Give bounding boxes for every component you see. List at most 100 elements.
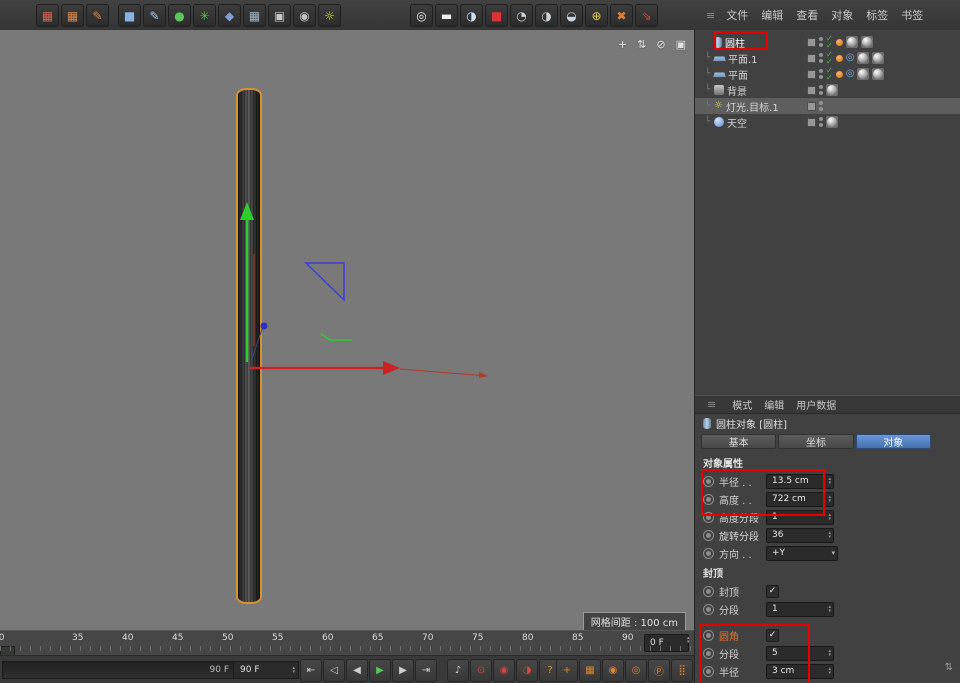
- object-label[interactable]: 平面.1: [728, 51, 758, 66]
- object-row-selected[interactable]: 灯光.目标.1: [695, 98, 960, 114]
- texture-sphere-tag[interactable]: [846, 36, 858, 48]
- texture-sphere-tag[interactable]: [861, 36, 873, 48]
- key-circle-icon[interactable]: [703, 530, 714, 541]
- texture-sphere-tag[interactable]: [872, 52, 884, 64]
- previous-frame-button[interactable]: ◀: [346, 659, 368, 682]
- y-plane-handle[interactable]: [321, 334, 352, 340]
- visibility-dots-icon[interactable]: [819, 53, 823, 63]
- layer-icon[interactable]: [807, 86, 816, 95]
- workplane-button[interactable]: ▦: [579, 659, 601, 682]
- shading-sphere-3-icon[interactable]: ◒: [560, 4, 583, 27]
- light-icon[interactable]: ☼: [318, 4, 341, 27]
- shading-sphere-1-icon[interactable]: ◔: [510, 4, 533, 27]
- spinner-icon[interactable]: [828, 649, 831, 657]
- render-settings-icon[interactable]: ✎: [86, 4, 109, 27]
- z-plane-handle[interactable]: [306, 263, 344, 300]
- x-axis-arrowhead[interactable]: [383, 361, 400, 375]
- rotation-segments-input[interactable]: 36: [766, 528, 834, 543]
- key-circle-icon[interactable]: [703, 630, 714, 641]
- target-icon[interactable]: ◎: [410, 4, 433, 27]
- next-frame-button[interactable]: ▶: [392, 659, 414, 682]
- zoom-view-icon[interactable]: ⇅: [637, 38, 646, 51]
- visibility-dots-icon[interactable]: [819, 117, 823, 127]
- key-circle-icon[interactable]: [703, 512, 714, 523]
- quantize-button[interactable]: ⣿: [671, 659, 693, 682]
- key-circle-icon[interactable]: [703, 604, 714, 615]
- axis-cross-icon[interactable]: ✖: [610, 4, 633, 27]
- object-row[interactable]: 背景: [695, 82, 960, 98]
- enable-checks-icon[interactable]: [826, 35, 833, 49]
- layer-icon[interactable]: [807, 54, 816, 63]
- visibility-dots-icon[interactable]: [819, 101, 823, 111]
- texture-sphere-tag[interactable]: [826, 116, 838, 128]
- material-tag[interactable]: [836, 39, 843, 46]
- field-icon[interactable]: ▦: [243, 4, 266, 27]
- object-row[interactable]: 圆柱: [695, 34, 960, 50]
- viewport[interactable]: + ⇅ ⊘ ▣ 网格间距 : 100 cm: [0, 30, 695, 630]
- menu-file[interactable]: 文件: [720, 5, 754, 25]
- array-icon[interactable]: ✳: [193, 4, 216, 27]
- menu-edit[interactable]: 编辑: [755, 5, 789, 25]
- spinner-icon[interactable]: [828, 531, 831, 539]
- key-circle-icon[interactable]: [703, 648, 714, 659]
- radius-input[interactable]: 13.5 cm: [766, 474, 834, 489]
- visibility-dots-icon[interactable]: [819, 69, 823, 79]
- height-segments-input[interactable]: 1: [766, 510, 834, 525]
- keyframe-selection-button[interactable]: ◑: [516, 659, 538, 682]
- panel-resize-icon[interactable]: ⇅: [945, 662, 953, 673]
- caps-segments-input[interactable]: 1: [766, 602, 834, 617]
- contrast-icon[interactable]: ◑: [460, 4, 483, 27]
- key-circle-icon[interactable]: [703, 494, 714, 505]
- spinner-icon[interactable]: [828, 513, 831, 521]
- parameter-button[interactable]: Ⓟ: [648, 659, 670, 682]
- key-circle-icon[interactable]: [703, 666, 714, 677]
- object-label[interactable]: 天空: [727, 115, 747, 130]
- panel-menu-icon[interactable]: ≡: [701, 398, 720, 411]
- layer-icon[interactable]: [807, 118, 816, 127]
- toggle-view-icon[interactable]: ▣: [676, 38, 686, 51]
- motion-camera-icon[interactable]: ◉: [293, 4, 316, 27]
- menu-user-data[interactable]: 用户数据: [796, 397, 836, 412]
- coord-circle-button[interactable]: ◉: [602, 659, 624, 682]
- pen-tool-icon[interactable]: ✎: [143, 4, 166, 27]
- texture-sphere-tag[interactable]: [857, 68, 869, 80]
- sound-toggle-button[interactable]: ♪: [447, 659, 469, 682]
- key-circle-icon[interactable]: [703, 548, 714, 559]
- texture-sphere-tag[interactable]: [857, 52, 869, 64]
- menu-tags[interactable]: 标签: [860, 5, 894, 25]
- menu-view[interactable]: 查看: [790, 5, 824, 25]
- spinner-icon[interactable]: [828, 495, 831, 503]
- tab-coordinates[interactable]: 坐标: [778, 434, 853, 449]
- cylinder-object[interactable]: [236, 88, 262, 604]
- caps-checkbox[interactable]: [766, 585, 779, 598]
- snap-move-button[interactable]: +: [556, 659, 578, 682]
- layer-icon[interactable]: [807, 38, 816, 47]
- rotate-view-icon[interactable]: ⊘: [656, 38, 665, 51]
- panel-menu-icon[interactable]: ≡: [700, 9, 719, 22]
- fillet-checkbox[interactable]: [766, 629, 779, 642]
- end-frame-input[interactable]: 90 F: [233, 661, 299, 679]
- orientation-dropdown[interactable]: +Y: [766, 546, 838, 561]
- spinner-icon[interactable]: [292, 666, 295, 674]
- render-view-icon[interactable]: ▦: [36, 4, 59, 27]
- coordinate-arrows-icon[interactable]: ⇘: [635, 4, 658, 27]
- texture-sphere-tag[interactable]: [872, 68, 884, 80]
- render-camera-icon[interactable]: ■: [485, 4, 508, 27]
- material-tag[interactable]: [836, 55, 843, 62]
- jump-end-button[interactable]: ⇥: [415, 659, 437, 682]
- tab-basic[interactable]: 基本: [701, 434, 776, 449]
- add-cube-icon[interactable]: ■: [118, 4, 141, 27]
- jump-start-button[interactable]: ⇤: [300, 659, 322, 682]
- visibility-dots-icon[interactable]: [819, 37, 823, 47]
- object-row[interactable]: 平面.1: [695, 50, 960, 66]
- fillet-radius-input[interactable]: 3 cm: [766, 664, 834, 679]
- play-reverse-button[interactable]: ◁: [323, 659, 345, 682]
- menu-object[interactable]: 对象: [825, 5, 859, 25]
- paint-tool-icon[interactable]: ●: [168, 4, 191, 27]
- play-button[interactable]: ▶: [369, 659, 391, 682]
- menu-edit[interactable]: 编辑: [764, 397, 784, 412]
- object-label[interactable]: 平面: [728, 67, 748, 82]
- fillet-segments-input[interactable]: 5: [766, 646, 834, 661]
- frame-spinner-icon[interactable]: [687, 636, 690, 644]
- spinner-icon[interactable]: [828, 667, 831, 675]
